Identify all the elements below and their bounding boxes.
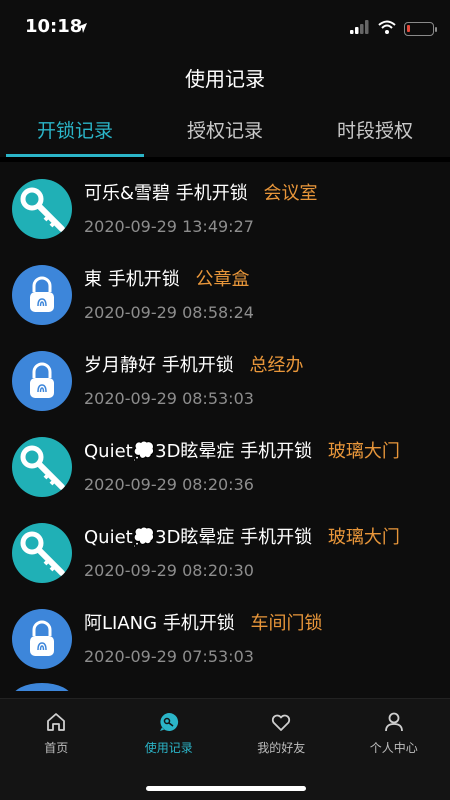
record-title: 岁月静好 手机开锁 总经办 (84, 351, 303, 377)
wifi-icon (378, 19, 396, 38)
status-bar: 10:18 (0, 0, 450, 56)
bottom-tab-bar: 首页 使用记录 我的好友 个人中心 (0, 698, 450, 800)
tabbar-friends-label: 我的好友 (257, 741, 306, 755)
record-title: 可乐&雪碧 手机开锁 会议室 (84, 179, 318, 205)
record-title: 阿LIANG 手机开锁 车间门锁 (84, 609, 323, 635)
fingerprint-lock-icon (12, 351, 72, 411)
record-time: 2020-09-29 08:58:24 (84, 303, 254, 322)
partial-list-item-avatar (12, 683, 72, 691)
record-method: 手机开锁 (162, 613, 235, 634)
record-place: 玻璃大门 (327, 527, 400, 548)
list-item[interactable]: 阿LIANG 手机开锁 车间门锁 2020-09-29 07:53:03 (0, 597, 450, 683)
record-user: 東 (84, 269, 102, 290)
tabbar-records-label: 使用记录 (144, 741, 193, 755)
record-time: 2020-09-29 08:53:03 (84, 389, 254, 408)
record-user: 阿LIANG (84, 613, 158, 634)
battery-icon (404, 21, 437, 36)
record-place: 玻璃大门 (327, 441, 400, 462)
record-user: Quiet💭3D眩晕症 (84, 441, 235, 462)
record-method: 手机开锁 (107, 269, 180, 290)
key-icon (12, 437, 72, 497)
title-bar: 使用记录 (0, 56, 450, 102)
list-item[interactable]: 可乐&雪碧 手机开锁 会议室 2020-09-29 13:49:27 (0, 167, 450, 253)
tabbar-home[interactable]: 首页 (0, 699, 113, 755)
record-time: 2020-09-29 13:49:27 (84, 217, 254, 236)
record-place: 会议室 (263, 183, 318, 204)
record-time: 2020-09-29 08:20:36 (84, 475, 254, 494)
record-method: 手机开锁 (240, 441, 313, 462)
person-icon (383, 711, 405, 733)
record-tabs: 开锁记录 授权记录 时段授权 (0, 108, 450, 162)
tabbar-profile[interactable]: 个人中心 (338, 699, 450, 755)
record-method: 手机开锁 (175, 183, 248, 204)
tabbar-profile-label: 个人中心 (369, 741, 418, 755)
record-title: 東 手机开锁 公章盒 (84, 265, 249, 291)
key-icon (12, 179, 72, 239)
tabbar-records[interactable]: 使用记录 (113, 699, 226, 755)
list-item[interactable]: Quiet💭3D眩晕症 手机开锁 玻璃大门 2020-09-29 08:20:3… (0, 425, 450, 511)
fingerprint-lock-icon (12, 265, 72, 325)
location-arrow-icon (76, 19, 88, 38)
record-place: 总经办 (249, 355, 304, 376)
list-item[interactable]: 東 手机开锁 公章盒 2020-09-29 08:58:24 (0, 253, 450, 339)
record-method: 手机开锁 (240, 527, 313, 548)
list-item[interactable]: 岁月静好 手机开锁 总经办 2020-09-29 08:53:03 (0, 339, 450, 425)
tab-unlock-records[interactable]: 开锁记录 (0, 108, 150, 157)
record-time: 2020-09-29 08:20:30 (84, 561, 254, 580)
fingerprint-lock-icon (12, 609, 72, 669)
heart-icon (270, 711, 292, 733)
record-title: Quiet💭3D眩晕症 手机开锁 玻璃大门 (84, 523, 400, 549)
key-icon (12, 523, 72, 583)
list-item[interactable]: Quiet💭3D眩晕症 手机开锁 玻璃大门 2020-09-29 08:20:3… (0, 511, 450, 597)
home-icon (45, 711, 67, 733)
record-user: 岁月静好 (84, 355, 156, 376)
tabbar-home-label: 首页 (44, 741, 69, 755)
tab-authorization-records[interactable]: 授权记录 (150, 108, 300, 157)
record-title: Quiet💭3D眩晕症 手机开锁 玻璃大门 (84, 437, 400, 463)
status-time: 10:18 (25, 16, 83, 37)
record-time: 2020-09-29 07:53:03 (84, 647, 254, 666)
record-user: Quiet💭3D眩晕症 (84, 527, 235, 548)
record-place: 车间门锁 (250, 613, 323, 634)
record-icon (158, 711, 180, 733)
record-place: 公章盒 (195, 269, 250, 290)
record-method: 手机开锁 (161, 355, 234, 376)
page-title: 使用记录 (185, 67, 265, 91)
tabbar-friends[interactable]: 我的好友 (225, 699, 338, 755)
signal-icon (350, 19, 370, 38)
tab-time-authorization[interactable]: 时段授权 (300, 108, 450, 157)
home-indicator[interactable] (146, 786, 306, 791)
status-indicators (350, 19, 437, 38)
record-list[interactable]: 可乐&雪碧 手机开锁 会议室 2020-09-29 13:49:27 東 手机开… (0, 167, 450, 691)
record-user: 可乐&雪碧 (84, 183, 171, 204)
